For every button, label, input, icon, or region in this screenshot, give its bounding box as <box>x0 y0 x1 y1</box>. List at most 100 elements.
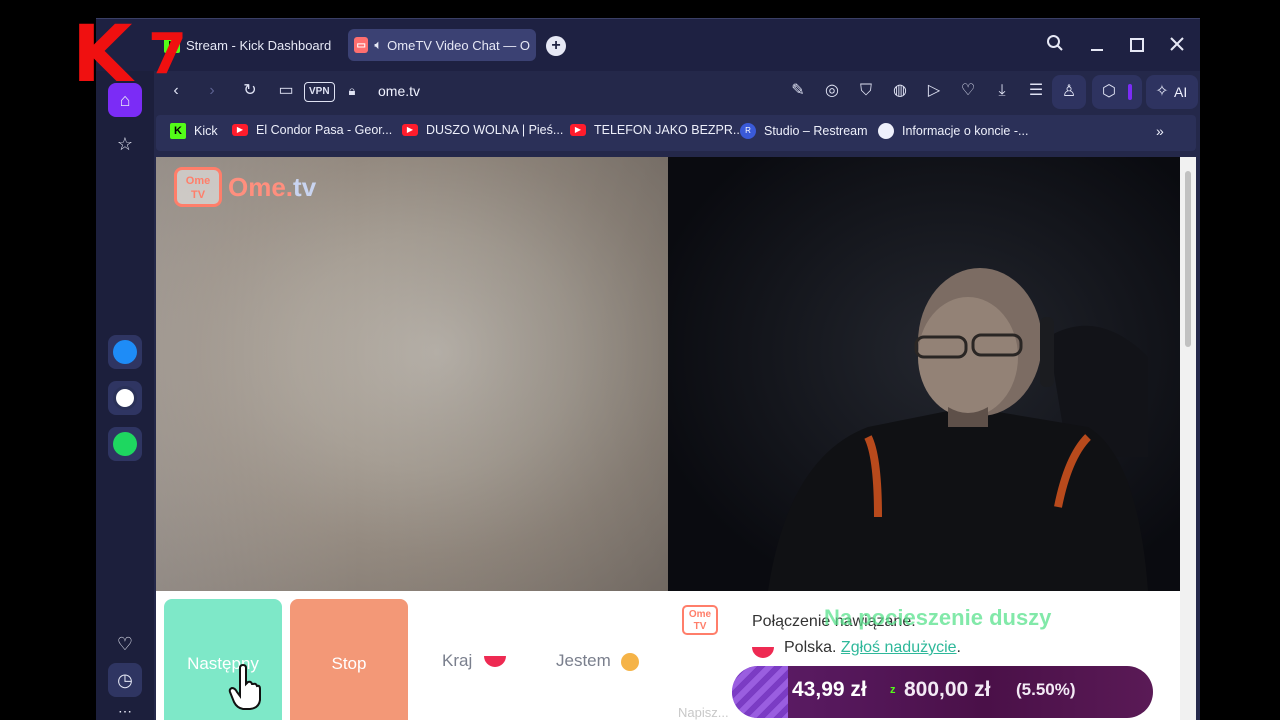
translate-icon[interactable]: ◍ <box>888 79 912 103</box>
blur-overlay <box>156 157 668 591</box>
page-scrollbar[interactable] <box>1180 157 1196 720</box>
ai-label: AI <box>1174 84 1188 100</box>
tab-title: OmeTV Video Chat — O <box>387 37 530 53</box>
bookmark-label: Kick <box>194 124 218 138</box>
bookmarks-more-icon[interactable]: » <box>1156 123 1164 139</box>
heart-icon[interactable]: ♡ <box>956 79 980 103</box>
star-icon[interactable]: ☆ <box>108 127 142 161</box>
logo-number: 7 <box>148 22 187 87</box>
speaker-icon[interactable]: 🔈︎ <box>374 37 382 53</box>
reload-icon[interactable]: ↻ <box>238 79 262 103</box>
tab-kick-dashboard[interactable]: K Stream - Kick Dashboard <box>164 29 334 61</box>
maximize-icon[interactable] <box>1124 33 1150 59</box>
tab-title: Stream - Kick Dashboard <box>186 37 332 53</box>
youtube-icon: ▶ <box>570 124 586 136</box>
ometv-favicon-icon: ▭ <box>354 37 369 53</box>
gender-label: Jestem <box>556 651 611 670</box>
donation-goal: 800,00 zł <box>904 678 991 701</box>
next-button[interactable]: Następny <box>164 599 282 720</box>
scrollbar-thumb[interactable] <box>1185 171 1191 347</box>
kick-icon: K <box>170 123 186 139</box>
bookmark-el-condor-pasa[interactable]: ▶ El Condor Pasa - Geor... <box>232 123 392 137</box>
search-icon[interactable] <box>1042 33 1068 59</box>
donation-progress-fill <box>732 666 788 718</box>
poland-flag-icon <box>752 647 774 658</box>
bookmark-duszo-wolna[interactable]: ▶ DUSZO WOLNA | Pieś... <box>402 123 563 137</box>
more-icon[interactable]: ⋯ <box>108 701 142 720</box>
spotify-icon[interactable] <box>108 427 142 461</box>
tab-strip: K Stream - Kick Dashboard ▭ 🔈︎ OmeTV Vid… <box>96 19 1200 71</box>
settings-icon[interactable]: ☰ <box>1024 79 1048 103</box>
browser-window: K Stream - Kick Dashboard ▭ 🔈︎ OmeTV Vid… <box>96 18 1200 720</box>
tab-ometv[interactable]: ▭ 🔈︎ OmeTV Video Chat — O <box>348 29 536 61</box>
bookmark-telefon[interactable]: ▶ TELEFON JAKO BEZPR... <box>570 123 743 137</box>
remote-person-image <box>668 157 1180 591</box>
bookmark-label: El Condor Pasa - Geor... <box>256 123 393 137</box>
messenger-icon[interactable] <box>108 335 142 369</box>
restream-icon: R <box>740 123 756 139</box>
ometv-page: Ome TV Ome.tv Następny Stop Kraj Jestem … <box>156 157 1196 720</box>
profile-button[interactable]: ♙ <box>1052 75 1086 109</box>
new-tab-button[interactable]: + <box>546 36 566 56</box>
donation-amount: 43,99 zł <box>792 678 867 701</box>
country-selector[interactable]: Kraj <box>442 651 507 671</box>
bookmark-label: DUSZO WOLNA | Pieś... <box>426 123 564 137</box>
sparkle-icon: ✧ <box>1155 83 1169 100</box>
screenshot-icon[interactable]: ◎ <box>820 79 844 103</box>
country-line: Polska. Zgłoś nadużycie. <box>784 639 961 657</box>
chat-ometv-icon: Ome TV <box>682 605 718 635</box>
stop-button[interactable]: Stop <box>290 599 408 720</box>
youtube-icon: ▶ <box>232 124 248 136</box>
profile-icon: ♙ <box>1061 83 1077 100</box>
download-icon[interactable]: ⤓ <box>990 79 1014 103</box>
donation-goal-bar: 43,99 zł z 800,00 zł (5.50%) <box>732 666 1153 718</box>
gender-selector[interactable]: Jestem <box>556 651 639 671</box>
play-icon[interactable]: ▷ <box>922 79 946 103</box>
bookmark-label: TELEFON JAKO BEZPR... <box>594 123 744 137</box>
boy-emoji-icon <box>620 652 639 671</box>
country-text: Polska. <box>784 639 837 656</box>
edit-icon[interactable]: ✎ <box>786 79 810 103</box>
bookmark-restream[interactable]: R Studio – Restream <box>740 123 868 139</box>
camera-icon[interactable]: ▭ <box>274 79 298 103</box>
country-label: Kraj <box>442 651 473 670</box>
close-icon[interactable] <box>1164 33 1190 59</box>
cube-icon: ⬡ <box>1102 83 1116 100</box>
heart-icon[interactable]: ♡ <box>108 627 142 661</box>
donation-percent: (5.50%) <box>1016 680 1076 699</box>
ometv-logo[interactable]: Ome TV Ome.tv <box>174 167 316 207</box>
spotify-icon <box>878 123 894 139</box>
ai-button[interactable]: ✧ AI <box>1146 75 1198 109</box>
bookmark-kick[interactable]: K Kick <box>170 123 218 139</box>
streamer-logo: K 7 <box>72 10 187 100</box>
hand-cursor-icon <box>228 664 261 710</box>
bookmark-spotify-account[interactable]: Informacje o koncie -... <box>878 123 1028 139</box>
ometv-logo-icon: Ome TV <box>174 167 222 207</box>
bookmark-label: Studio – Restream <box>764 124 868 138</box>
overlay-green-caption: Na pocieszenie duszy <box>824 605 1052 630</box>
donation-separator: z <box>890 684 896 696</box>
address-toolbar: ‹ › ↻ ▭ VPN 🔒︎ ome.tv ✎ ◎ ⛉ ◍ ▷ ♡ ⤓ ☰ ♙ … <box>156 71 1200 113</box>
forward-arrow-icon[interactable]: › <box>200 79 224 103</box>
report-suffix: . <box>956 639 961 656</box>
remote-video <box>668 157 1180 591</box>
whatsapp-icon[interactable] <box>108 381 142 415</box>
bookmark-label: Informacje o koncie -... <box>902 124 1029 138</box>
bookmarks-bar: K Kick ▶ El Condor Pasa - Geor... ▶ DUSZO W… <box>156 115 1196 151</box>
history-icon[interactable]: ◷ <box>108 663 142 697</box>
logo-text-b: tv <box>293 171 317 202</box>
report-abuse-link[interactable]: Zgłoś nadużycie <box>841 639 957 656</box>
chat-input-placeholder[interactable]: Napisz... <box>678 705 729 720</box>
address-bar[interactable]: ome.tv <box>378 83 420 99</box>
ometv-logo-text: Ome.tv <box>228 172 316 203</box>
extension-indicator <box>1128 84 1132 100</box>
shield-icon[interactable]: ⛉ <box>854 79 878 103</box>
poland-flag-icon <box>484 656 507 668</box>
minimize-icon[interactable] <box>1084 33 1110 59</box>
logo-letter: K <box>72 10 133 100</box>
lock-icon[interactable]: 🔒︎ <box>340 79 364 103</box>
screen: K Stream - Kick Dashboard ▭ 🔈︎ OmeTV Vid… <box>0 0 1280 720</box>
extensions-button[interactable]: ⬡ <box>1092 75 1142 109</box>
logo-text-a: Ome. <box>228 171 294 202</box>
vpn-badge[interactable]: VPN <box>304 82 335 102</box>
